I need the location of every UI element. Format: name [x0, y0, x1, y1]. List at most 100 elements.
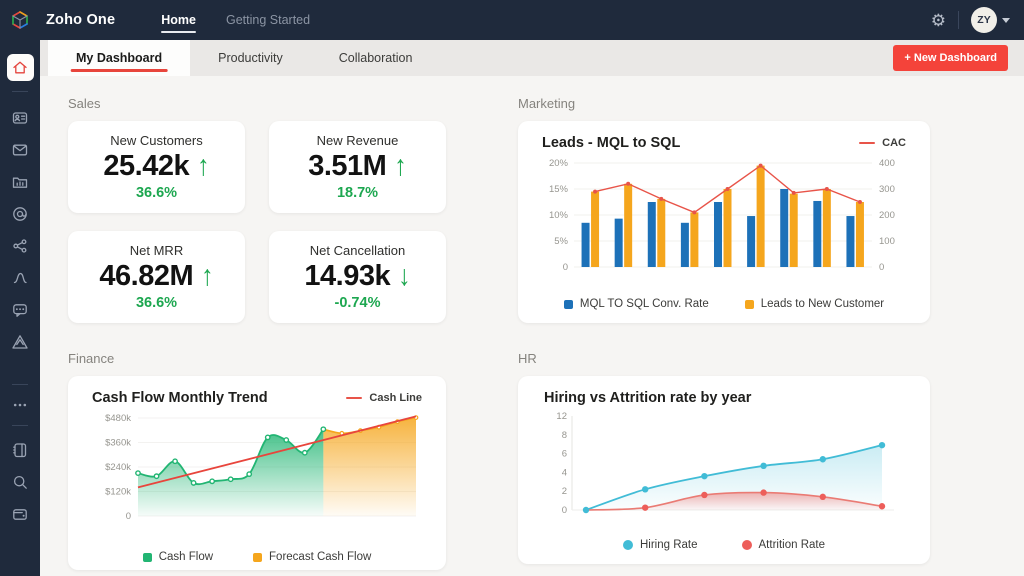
mail-icon: [11, 141, 29, 159]
top-navigation: Home Getting Started: [161, 0, 310, 40]
user-menu[interactable]: ZY: [971, 7, 1010, 33]
section-marketing: Marketing Leads - MQL to SQL CAC 20% 400 1…: [518, 96, 930, 329]
section-label-marketing: Marketing: [518, 96, 930, 111]
arrow-down-icon: ↓: [398, 262, 411, 291]
tab-productivity[interactable]: Productivity: [190, 40, 311, 76]
section-sales: Sales New Customers 25.42k ↑ 36.6% New R…: [68, 96, 446, 329]
kpi-change: 36.6%: [136, 295, 177, 311]
finance-chart-card[interactable]: Cash Flow Monthly Trend Cash Line $480k $…: [68, 376, 446, 570]
red-line-swatch-icon: [346, 397, 362, 399]
sales-kpi-grid: New Customers 25.42k ↑ 36.6% New Revenue…: [68, 121, 446, 323]
kpi-title: Net MRR: [130, 243, 183, 258]
sidebar-item-mountain[interactable]: [7, 329, 33, 355]
arrow-up-icon: ↑: [394, 152, 407, 181]
section-hr: HR Hiring vs Attrition rate by year 1286…: [518, 351, 930, 576]
svg-text:2: 2: [562, 486, 567, 497]
svg-text:12: 12: [556, 411, 567, 422]
svg-text:0: 0: [879, 262, 884, 273]
cyan-dot-icon: [623, 540, 633, 550]
legend-cac: CAC: [859, 137, 906, 149]
dashboard-main: Sales New Customers 25.42k ↑ 36.6% New R…: [40, 76, 1024, 576]
kpi-value: 25.42k: [103, 150, 189, 183]
hr-chart-card[interactable]: Hiring vs Attrition rate by year 1286420…: [518, 376, 930, 564]
red-line-swatch-icon: [859, 142, 875, 144]
chart-title: Hiring vs Attrition rate by year: [544, 390, 751, 406]
tab-my-dashboard[interactable]: My Dashboard: [48, 40, 190, 76]
kpi-title: New Customers: [110, 133, 202, 148]
kpi-card-new-customers[interactable]: New Customers 25.42k ↑ 36.6%: [68, 121, 245, 213]
section-label-finance: Finance: [68, 351, 446, 366]
caret-down-icon: [1002, 18, 1010, 23]
svg-text:100: 100: [879, 236, 895, 247]
section-label-hr: HR: [518, 351, 930, 366]
kpi-change: 18.7%: [337, 185, 378, 201]
svg-text:200: 200: [879, 210, 895, 221]
sidebar-item-search[interactable]: [7, 469, 33, 495]
svg-text:400: 400: [879, 158, 895, 169]
kpi-value: 46.82M: [99, 260, 193, 293]
hr-chart: 1286420: [544, 410, 904, 533]
sidebar-item-home[interactable]: [7, 54, 34, 81]
dashboard-tabbar: My Dashboard Productivity Collaboration …: [40, 40, 1024, 76]
sidebar-item-flow[interactable]: [7, 265, 33, 291]
svg-text:$360k: $360k: [105, 438, 131, 449]
legend-hiring-rate: Hiring Rate: [623, 539, 698, 551]
blue-square-icon: [564, 300, 573, 309]
marketing-chart-card[interactable]: Leads - MQL to SQL CAC 20% 400 15% 300 10% 20…: [518, 121, 930, 323]
section-label-sales: Sales: [68, 96, 446, 111]
sidebar-item-more-ellipsis[interactable]: [7, 392, 33, 418]
kpi-card-net-mrr[interactable]: Net MRR 46.82M ↑ 36.6%: [68, 231, 245, 323]
sidebar-item-wallet[interactable]: [7, 501, 33, 527]
legend-forecast-cash-flow: Forecast Cash Flow: [253, 551, 371, 563]
svg-text:4: 4: [562, 467, 567, 478]
app-sidebar: [0, 40, 40, 576]
kpi-change: 36.6%: [136, 185, 177, 201]
svg-text:8: 8: [562, 430, 567, 441]
sidebar-item-id-card[interactable]: [7, 105, 33, 131]
svg-text:15%: 15%: [549, 184, 569, 195]
folder-chart-icon: [11, 173, 29, 191]
avatar[interactable]: ZY: [971, 7, 997, 33]
mountain-icon: [11, 333, 29, 351]
kpi-card-new-revenue[interactable]: New Revenue 3.51M ↑ 18.7%: [269, 121, 446, 213]
arrow-up-icon: ↑: [197, 152, 210, 181]
svg-text:$480k: $480k: [105, 413, 131, 424]
zoho-logo-icon[interactable]: [0, 0, 40, 40]
sidebar-item-mail[interactable]: [7, 137, 33, 163]
legend-cash-line: Cash Line: [346, 392, 422, 404]
sidebar-divider: [12, 91, 28, 92]
marketing-chart: 20%40015%30010%2005%10000: [542, 155, 906, 294]
green-square-icon: [143, 553, 152, 562]
gear-icon[interactable]: ⚙: [931, 12, 946, 29]
kpi-change: -0.74%: [335, 295, 381, 311]
chart-title: Leads - MQL to SQL: [542, 135, 680, 151]
kpi-title: New Revenue: [317, 133, 399, 148]
tab-collaboration[interactable]: Collaboration: [311, 40, 441, 76]
orange-square-icon: [745, 300, 754, 309]
sidebar-item-chat[interactable]: [7, 297, 33, 323]
wallet-icon: [11, 505, 29, 523]
sidebar-item-notebook[interactable]: [7, 437, 33, 463]
share-nodes-icon: [11, 237, 29, 255]
topbar-divider: [958, 11, 959, 29]
search-icon: [11, 473, 29, 491]
sidebar-item-share-nodes[interactable]: [7, 233, 33, 259]
chart-title: Cash Flow Monthly Trend: [92, 390, 268, 406]
notebook-icon: [11, 441, 29, 459]
svg-text:300: 300: [879, 184, 895, 195]
kpi-value: 3.51M: [308, 150, 386, 183]
orange-square-icon: [253, 553, 262, 562]
svg-text:10%: 10%: [549, 210, 569, 221]
svg-text:20%: 20%: [549, 158, 569, 169]
topnav-getting-started[interactable]: Getting Started: [226, 0, 310, 40]
new-dashboard-button[interactable]: + New Dashboard: [893, 45, 1008, 71]
sidebar-item-folder-chart[interactable]: [7, 169, 33, 195]
brand-title: Zoho One: [46, 12, 115, 28]
section-finance: Finance Cash Flow Monthly Trend Cash Lin…: [68, 351, 446, 576]
legend-leads: Leads to New Customer: [745, 298, 884, 310]
sidebar-item-at-sign[interactable]: [7, 201, 33, 227]
topbar: Zoho One Home Getting Started ⚙ ZY: [0, 0, 1024, 40]
kpi-card-net-cancellation[interactable]: Net Cancellation 14.93k ↓ -0.74%: [269, 231, 446, 323]
arrow-up-icon: ↑: [201, 262, 214, 291]
topnav-home[interactable]: Home: [161, 0, 196, 40]
